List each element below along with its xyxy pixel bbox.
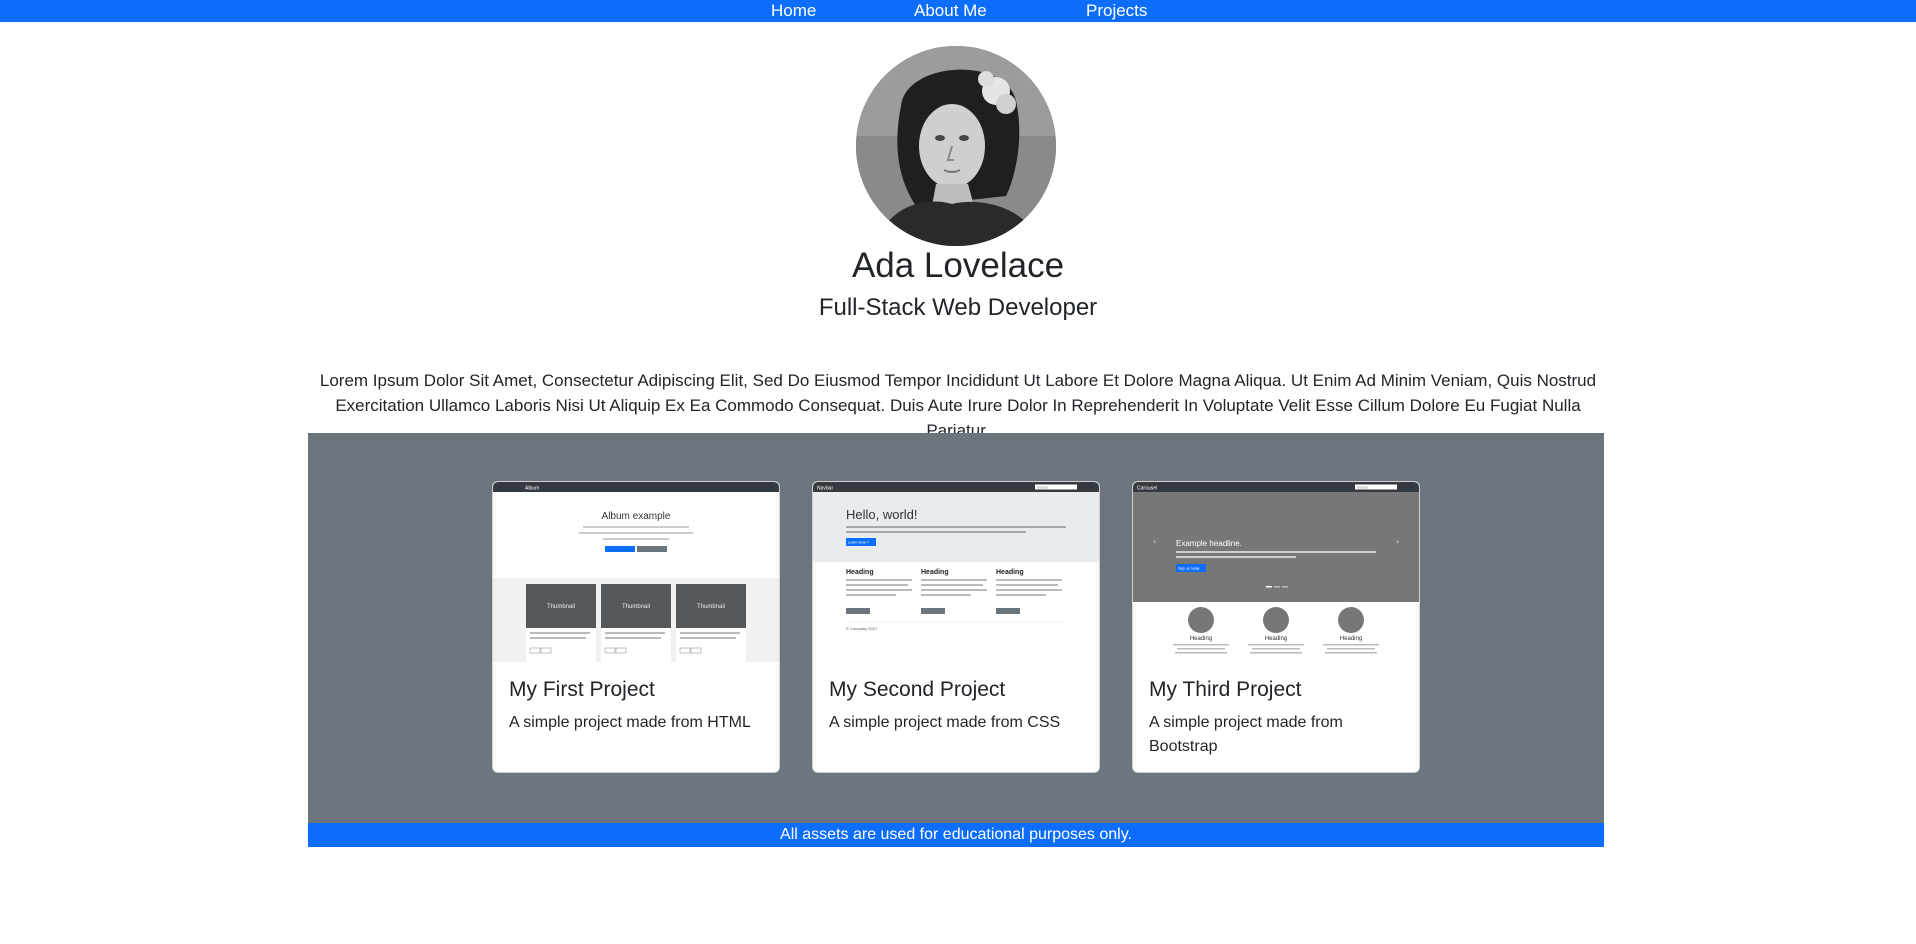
project-card-1[interactable]: Album Album example Thumbnail Thumbnail … [492, 481, 780, 773]
thumb-col-heading: Heading [1190, 636, 1212, 642]
thumb-button: Sign up today [1178, 567, 1200, 571]
thumb-footer: © Company 2017 [846, 626, 878, 631]
profile-avatar [856, 46, 1056, 246]
project-description-1: A simple project made from HTML [509, 714, 751, 731]
project-thumbnail-1: Album Album example Thumbnail Thumbnail … [493, 482, 779, 662]
project-card-2[interactable]: Navbar Search Hello, world! Learn more »… [812, 481, 1100, 773]
thumb-col-heading: Heading [996, 569, 1024, 576]
thumb-col-heading: Heading [1340, 636, 1362, 642]
thumb-col-heading: Heading [1265, 636, 1287, 642]
project-title-3: My Third Project [1149, 678, 1302, 701]
thumb-brand: Album [525, 486, 539, 492]
profile-bio: Lorem Ipsum Dolor Sit Amet, Consectetur … [319, 371, 1597, 440]
footer: All assets are used for educational purp… [308, 823, 1604, 847]
project-title-1: My First Project [509, 678, 655, 701]
thumb-brand: Carousel [1137, 486, 1157, 492]
profile-name: Ada Lovelace [851, 246, 1065, 285]
nav-link-home[interactable]: Home [771, 0, 816, 22]
project-title-2: My Second Project [829, 678, 1006, 701]
profile-role: Full-Stack Web Developer [818, 294, 1098, 321]
project-card-3[interactable]: Carousel Search Example headline. Sign u… [1132, 481, 1420, 773]
thumb-tile-label: Thumbnail [697, 604, 725, 610]
svg-text:‹: ‹ [1153, 537, 1156, 546]
nav-link-projects[interactable]: Projects [1086, 0, 1147, 22]
project-description-3: A simple project made from Bootstrap [1149, 714, 1343, 755]
project-description-2: A simple project made from CSS [829, 714, 1061, 731]
thumb-tile-label: Thumbnail [622, 604, 650, 610]
svg-text:›: › [1396, 537, 1399, 546]
thumb-brand: Navbar [817, 486, 833, 492]
navbar: Home About Me Projects [0, 0, 1916, 22]
project-thumbnail-2: Navbar Search Hello, world! Learn more »… [813, 482, 1099, 662]
thumb-search: Search [1037, 486, 1048, 490]
project-thumbnail-3: Carousel Search Example headline. Sign u… [1133, 482, 1419, 662]
projects-section: Album Album example Thumbnail Thumbnail … [308, 433, 1604, 823]
thumb-heading: Hello, world! [846, 507, 918, 522]
thumb-col-heading: Heading [846, 569, 874, 576]
nav-link-about-me[interactable]: About Me [914, 0, 987, 22]
thumb-button: Learn more » [848, 541, 869, 545]
thumb-col-heading: Heading [921, 569, 949, 576]
thumb-heading: Album example [602, 511, 671, 522]
thumb-search: Search [1357, 486, 1368, 490]
thumb-tile-label: Thumbnail [547, 604, 575, 610]
thumb-heading: Example headline. [1176, 539, 1242, 548]
